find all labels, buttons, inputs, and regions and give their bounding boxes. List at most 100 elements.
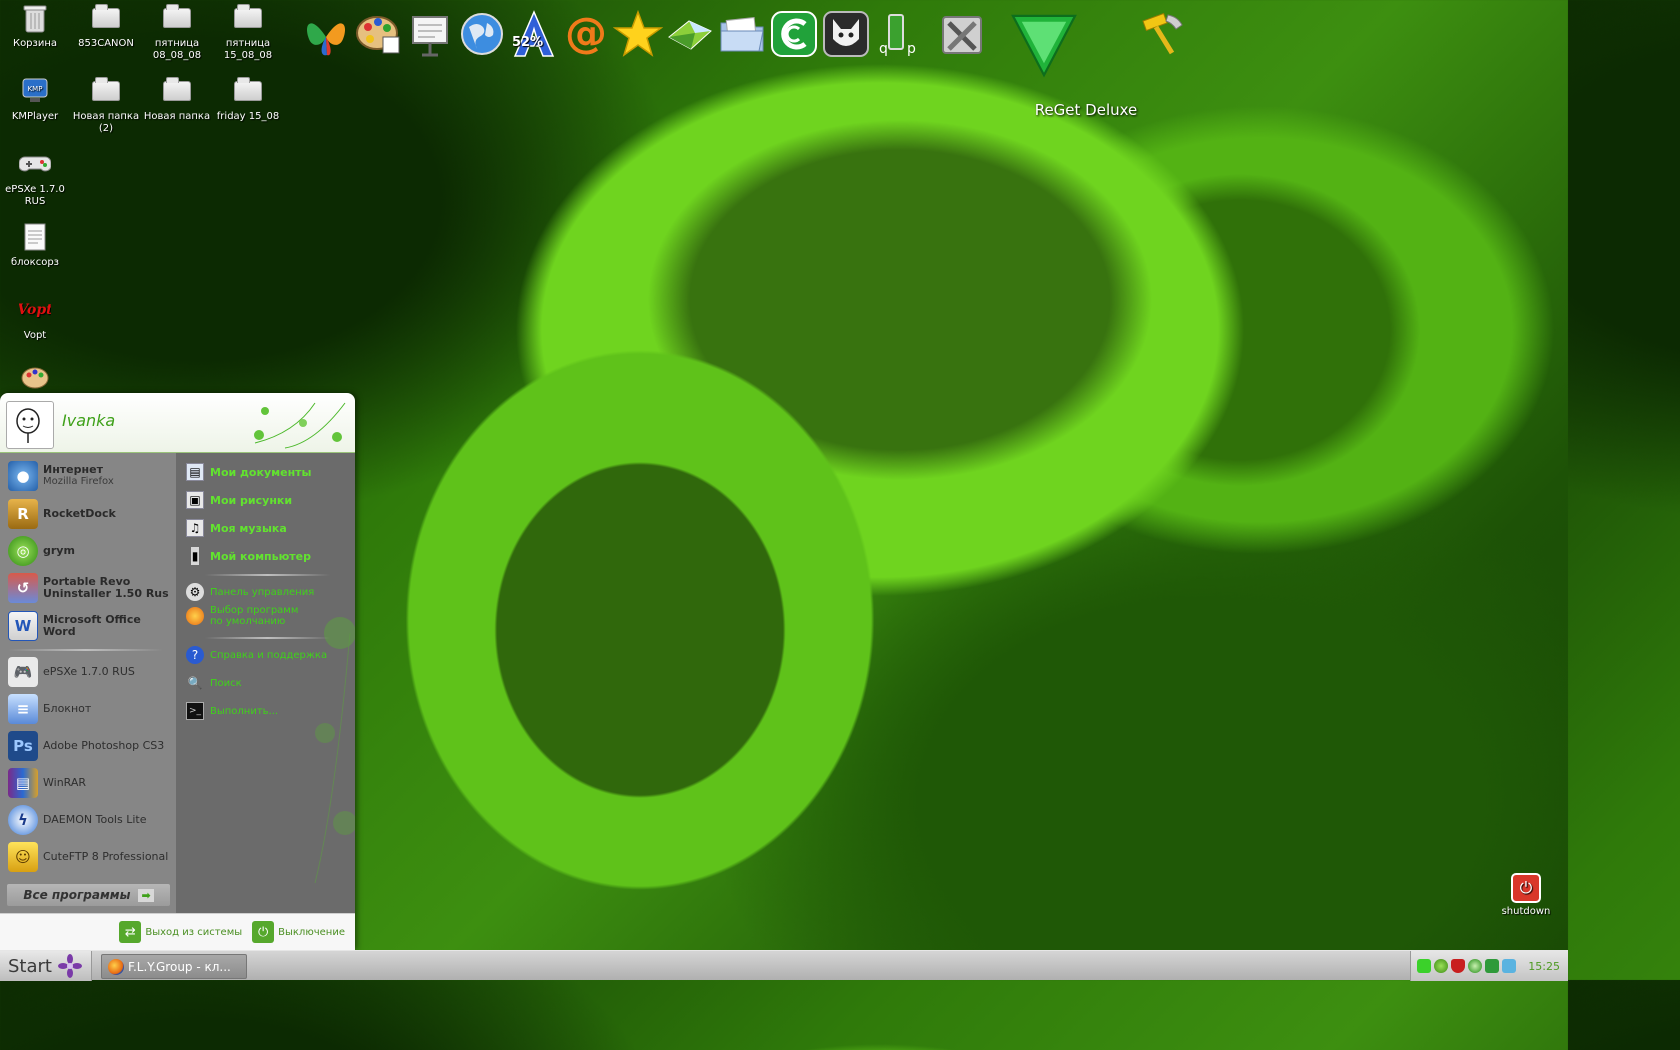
my-music-icon: ♫ [186, 519, 204, 537]
start-menu: Ivanka ● Интернет Mozilla Firefox R Rocke… [0, 393, 355, 950]
torrent-icon[interactable] [768, 4, 820, 64]
menu-item-control-panel[interactable]: ⚙ Панель управления [186, 583, 346, 601]
desktop-icon-folder[interactable]: Новая папка [141, 75, 213, 123]
avatar[interactable] [6, 401, 54, 449]
desktop-icon-folder[interactable]: пятница 15_08_08 [212, 2, 284, 62]
default-programs-icon [186, 607, 204, 625]
qip-icon[interactable]: qp [872, 4, 924, 64]
run-icon: >_ [186, 702, 204, 720]
folder-icon [89, 75, 123, 107]
at-sign-icon[interactable]: @ [560, 4, 612, 64]
desktop-icon-folder[interactable]: 853CANON [70, 2, 142, 50]
tools-cross-icon[interactable] [924, 4, 1000, 64]
reget-arrow-icon[interactable] [1000, 4, 1088, 84]
menu-separator [205, 574, 330, 576]
pinned-item[interactable]: R RocketDock [8, 499, 176, 529]
menu-item-help[interactable]: ? Справка и поддержка [186, 646, 346, 664]
desktop-icon-folder[interactable]: Новая папка (2) [70, 75, 142, 135]
all-programs-button[interactable]: Все программы ➡ [7, 884, 170, 906]
desktop-icon-shutdown[interactable]: ⏻ shutdown [1500, 873, 1552, 917]
tray-grym-icon[interactable] [1468, 959, 1482, 973]
user-name: Ivanka [62, 411, 116, 430]
arrow-right-icon: ➡ [138, 888, 154, 902]
presentation-icon[interactable] [404, 4, 456, 64]
tray-green-square-icon[interactable] [1417, 959, 1431, 973]
my-documents-icon: ▤ [186, 463, 204, 481]
menu-item-my-documents[interactable]: ▤ Мои документы [186, 463, 346, 481]
pinned-item[interactable]: ● Интернет Mozilla Firefox [8, 461, 176, 491]
dock-percent-badge: 52% [512, 35, 544, 50]
msn-butterfly-icon[interactable] [300, 4, 352, 64]
recent-item[interactable]: ▤ WinRAR [8, 768, 176, 798]
desktop-icon-label: Новая папка (2) [72, 111, 140, 134]
desktop-icon-vopt[interactable]: Vopt Vopt [0, 294, 71, 342]
menu-item-my-pictures[interactable]: ▣ Мои рисунки [186, 491, 346, 509]
dock-bar: 52% @ qp [300, 4, 1196, 88]
recent-item[interactable]: ☺ CuteFTP 8 Professional [8, 842, 176, 872]
star-icon[interactable] [612, 4, 664, 64]
desktop-icon-label: Корзина [12, 38, 58, 49]
menu-item-search[interactable]: 🔍 Поиск [186, 674, 346, 692]
desktop-icon-epsxe[interactable]: ePSXe 1.7.0 RUS [0, 148, 71, 208]
desktop-icon-folder[interactable]: пятница 08_08_08 [141, 2, 213, 62]
pinned-item[interactable]: ◎ grym [8, 536, 176, 566]
cuteftp-icon: ☺ [8, 842, 38, 872]
folder-icon [160, 2, 194, 34]
control-panel-icon: ⚙ [186, 583, 204, 601]
folder-icon [89, 2, 123, 34]
folder-icon [160, 75, 194, 107]
tray-shield-icon[interactable] [1451, 959, 1465, 973]
grym-icon: ◎ [8, 536, 38, 566]
recent-item[interactable]: Ps Adobe Photoshop CS3 [8, 731, 176, 761]
paint-palette-icon[interactable] [352, 4, 404, 64]
desktop-icon-notepad[interactable]: блоксорз [0, 221, 71, 269]
system-tray: 15:25 [1410, 951, 1568, 981]
recent-item[interactable]: ϟ DAEMON Tools Lite [8, 805, 176, 835]
shutdown-button[interactable]: ⏻ Выключение [252, 921, 345, 943]
my-pictures-icon: ▣ [186, 491, 204, 509]
notepad-icon: ≡ [8, 694, 38, 724]
daemon-icon: ϟ [8, 805, 38, 835]
vopt-icon: Vopt [18, 294, 52, 326]
globe-icon[interactable] [456, 4, 508, 64]
menu-separator [8, 649, 163, 651]
folder-docs-icon[interactable] [716, 4, 768, 64]
menu-item-my-music[interactable]: ♫ Моя музыка [186, 519, 346, 537]
gem-icon[interactable] [664, 4, 716, 64]
desktop-icon-folder[interactable]: friday 15_08 [212, 75, 284, 123]
flower-decoration-icon [254, 402, 346, 449]
tray-qip-icon[interactable] [1485, 959, 1499, 973]
tray-network-icon[interactable] [1434, 959, 1448, 973]
start-button[interactable]: Start [0, 951, 92, 981]
folder-icon [231, 2, 265, 34]
pinned-item[interactable]: ↺ Portable Revo Uninstaller 1.50 Rus [8, 573, 176, 603]
a-52-percent-icon[interactable]: 52% [508, 4, 560, 64]
menu-item-default-programs[interactable]: Выбор программ по умолчанию [186, 605, 346, 627]
winrar-icon: ▤ [8, 768, 38, 798]
svg-text:q: q [879, 41, 888, 57]
svg-text:p: p [907, 41, 916, 57]
clock[interactable]: 15:25 [1528, 960, 1560, 973]
desktop-icon-label: KMPlayer [11, 111, 59, 122]
desktop-icon-label: пятница 15_08_08 [223, 38, 273, 61]
taskbar: Start F.L.Y.Group - кл... 15:25 [0, 950, 1568, 981]
pinned-item[interactable]: W Microsoft Office Word [8, 611, 176, 641]
menu-separator [205, 637, 330, 639]
menu-item-my-computer[interactable]: ▮ Мой компьютер [186, 547, 346, 565]
desktop-icon-kmplayer[interactable]: KMP KMPlayer [0, 75, 71, 123]
recent-item[interactable]: 🎮 ePSXe 1.7.0 RUS [8, 657, 176, 687]
tray-volume-icon[interactable] [1502, 959, 1516, 973]
recent-item[interactable]: ≡ Блокнот [8, 694, 176, 724]
foobar-icon[interactable] [820, 4, 872, 64]
kmplayer-icon: KMP [18, 75, 52, 107]
desktop-icon-recycle-bin[interactable]: Корзина [0, 2, 71, 50]
start-menu-footer: ⇄ Выход из системы ⏻ Выключение [0, 913, 355, 950]
hammer-icon[interactable] [1130, 4, 1196, 64]
logoff-button[interactable]: ⇄ Выход из системы [119, 921, 242, 943]
svg-text:Vopt: Vopt [19, 302, 51, 318]
desktop-icon-label: блоксорз [11, 257, 59, 268]
desktop-icon-label: пятница 08_08_08 [152, 38, 202, 61]
menu-item-run[interactable]: >_ Выполнить... [186, 702, 346, 720]
paint-palette-icon [18, 362, 52, 394]
taskbar-window-button[interactable]: F.L.Y.Group - кл... [101, 954, 247, 979]
